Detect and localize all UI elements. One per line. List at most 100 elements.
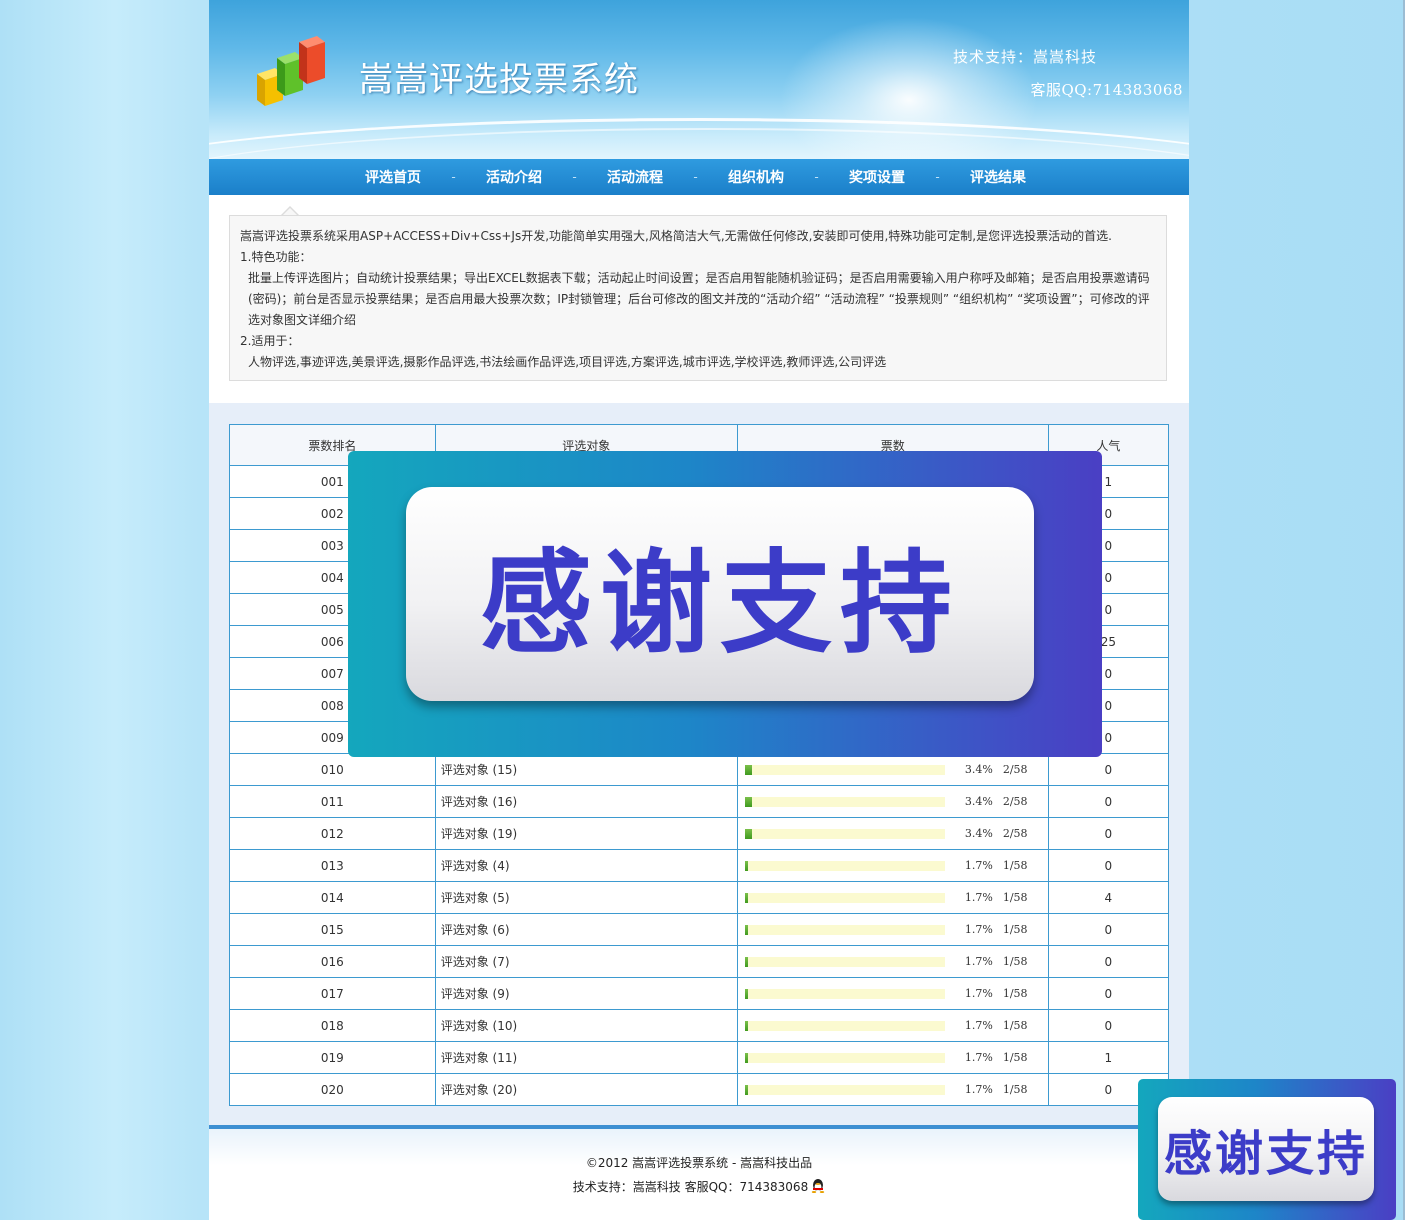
main-nav: 评选首页 - 活动介绍 - 活动流程 - 组织机构 - 奖项设置 - 评选结果 [209, 159, 1189, 195]
thanks-popup-small-text: 感谢支持 [1163, 1126, 1368, 1182]
votes-cell: 1.7% 1/58 [736, 849, 1049, 882]
nav-separator: - [451, 170, 456, 184]
intro-features-text: 批量上传评选图片；自动统计投票结果；导出EXCEL数据表下载；活动起止时间设置；… [248, 271, 1150, 327]
candidate-name[interactable]: 评选对象 (10) [434, 1009, 738, 1042]
intro-box: 嵩嵩评选投票系统采用ASP+ACCESS+Div+Css+Js开发,功能简单实用… [229, 215, 1167, 381]
candidate-name[interactable]: 评选对象 (6) [434, 913, 738, 946]
browser-scrollbar[interactable] [1403, 0, 1423, 1220]
vote-percent: 1.7% [964, 987, 993, 1000]
candidate-name[interactable]: 评选对象 (9) [434, 977, 738, 1010]
rank-cell: 017 [229, 977, 436, 1010]
vote-bar [744, 1020, 945, 1031]
thanks-popup-large-text: 感谢支持 [480, 539, 960, 669]
vote-bar-fill [744, 860, 748, 871]
vote-fraction: 1/58 [1002, 923, 1028, 936]
vote-fraction: 2/58 [1002, 763, 1028, 776]
nav-home[interactable]: 评选首页 [355, 167, 431, 187]
votes-cell: 1.7% 1/58 [736, 913, 1049, 946]
rank-cell: 019 [229, 1041, 436, 1074]
rank-cell: 016 [229, 945, 436, 978]
table-row: 013 评选对象 (4) 1.7% 1/58 0 [229, 849, 1170, 882]
site-header: 嵩嵩评选投票系统 技术支持：嵩嵩科技 客服QQ:714383068 [209, 0, 1189, 159]
popularity-cell: 0 [1047, 1009, 1170, 1042]
vote-bar [744, 956, 945, 967]
qq-penguin-icon[interactable] [811, 1177, 825, 1193]
table-row: 012 评选对象 (19) 3.4% 2/58 0 [229, 817, 1170, 850]
candidate-name[interactable]: 评选对象 (11) [434, 1041, 738, 1074]
votes-cell: 1.7% 1/58 [736, 1073, 1049, 1106]
vote-percent: 3.4% [964, 795, 993, 808]
vote-fraction: 1/58 [1002, 891, 1028, 904]
thanks-popup-large[interactable]: 感谢支持 [348, 451, 1102, 757]
votes-cell: 3.4% 2/58 [736, 785, 1049, 818]
votes-cell: 3.4% 2/58 [736, 753, 1049, 786]
vote-percent: 1.7% [964, 955, 993, 968]
votes-cell: 1.7% 1/58 [736, 1041, 1049, 1074]
intro-summary: 嵩嵩评选投票系统采用ASP+ACCESS+Div+Css+Js开发,功能简单实用… [240, 229, 1112, 243]
nav-results[interactable]: 评选结果 [960, 167, 1036, 187]
intro-usage-text: 人物评选,事迹评选,美景评选,摄影作品评选,书法绘画作品评选,项目评选,方案评选… [248, 355, 887, 369]
popularity-cell: 0 [1047, 977, 1170, 1010]
vote-percent: 3.4% [964, 763, 993, 776]
table-row: 014 评选对象 (5) 1.7% 1/58 4 [229, 881, 1170, 914]
candidate-name[interactable]: 评选对象 (7) [434, 945, 738, 978]
rank-cell: 014 [229, 881, 436, 914]
vote-fraction: 1/58 [1002, 1083, 1028, 1096]
vote-percent: 1.7% [964, 1083, 993, 1096]
rank-cell: 010 [229, 753, 436, 786]
nav-separator: - [693, 170, 698, 184]
vote-bar-fill [744, 1084, 748, 1095]
table-row: 011 评选对象 (16) 3.4% 2/58 0 [229, 785, 1170, 818]
vote-fraction: 1/58 [1002, 955, 1028, 968]
nav-organization[interactable]: 组织机构 [718, 167, 794, 187]
copyright-text: ©2012 嵩嵩评选投票系统 - 嵩嵩科技出品 [585, 1156, 813, 1170]
footer-contact-text: 技术支持：嵩嵩科技 客服QQ：714383068 [572, 1180, 809, 1194]
vote-bar-fill [744, 892, 748, 903]
votes-cell: 3.4% 2/58 [736, 817, 1049, 850]
nav-activity-process[interactable]: 活动流程 [597, 167, 673, 187]
intro-section: 嵩嵩评选投票系统采用ASP+ACCESS+Div+Css+Js开发,功能简单实用… [209, 195, 1189, 403]
tech-support-text: 技术支持：嵩嵩科技 [952, 48, 1097, 66]
table-row: 019 评选对象 (11) 1.7% 1/58 1 [229, 1041, 1170, 1074]
rank-cell: 012 [229, 817, 436, 850]
vote-bar-fill [744, 796, 752, 807]
candidate-name[interactable]: 评选对象 (19) [434, 817, 738, 850]
vote-fraction: 1/58 [1002, 1019, 1028, 1032]
votes-cell: 1.7% 1/58 [736, 945, 1049, 978]
popularity-cell: 0 [1047, 785, 1170, 818]
nav-separator: - [572, 170, 577, 184]
vote-fraction: 1/58 [1002, 987, 1028, 1000]
candidate-name[interactable]: 评选对象 (16) [434, 785, 738, 818]
bar-chart-logo-icon [257, 36, 325, 106]
rank-cell: 018 [229, 1009, 436, 1042]
table-row: 020 评选对象 (20) 1.7% 1/58 0 [229, 1073, 1170, 1106]
nav-activity-intro[interactable]: 活动介绍 [476, 167, 552, 187]
vote-percent: 1.7% [964, 923, 993, 936]
vote-bar [744, 828, 945, 839]
nav-separator: - [814, 170, 819, 184]
candidate-name[interactable]: 评选对象 (5) [434, 881, 738, 914]
candidate-name[interactable]: 评选对象 (4) [434, 849, 738, 882]
popularity-cell: 0 [1047, 817, 1170, 850]
vote-fraction: 1/58 [1002, 859, 1028, 872]
vote-percent: 1.7% [964, 891, 993, 904]
vote-percent: 3.4% [964, 827, 993, 840]
table-row: 016 评选对象 (7) 1.7% 1/58 0 [229, 945, 1170, 978]
rank-cell: 013 [229, 849, 436, 882]
table-row: 017 评选对象 (9) 1.7% 1/58 0 [229, 977, 1170, 1010]
thanks-popup-small[interactable]: 感谢支持 [1138, 1079, 1396, 1220]
table-row: 015 评选对象 (6) 1.7% 1/58 0 [229, 913, 1170, 946]
vote-fraction: 2/58 [1002, 827, 1028, 840]
footer-contact: 技术支持：嵩嵩科技 客服QQ：714383068 [209, 1177, 1189, 1195]
candidate-name[interactable]: 评选对象 (20) [434, 1073, 738, 1106]
vote-fraction: 1/58 [1002, 1051, 1028, 1064]
votes-cell: 1.7% 1/58 [736, 881, 1049, 914]
vote-bar [744, 796, 945, 807]
nav-awards[interactable]: 奖项设置 [839, 167, 915, 187]
popularity-cell: 0 [1047, 945, 1170, 978]
vote-fraction: 2/58 [1002, 795, 1028, 808]
vote-percent: 1.7% [964, 1051, 993, 1064]
popularity-cell: 4 [1047, 881, 1170, 914]
vote-bar-fill [744, 1020, 748, 1031]
candidate-name[interactable]: 评选对象 (15) [434, 753, 738, 786]
